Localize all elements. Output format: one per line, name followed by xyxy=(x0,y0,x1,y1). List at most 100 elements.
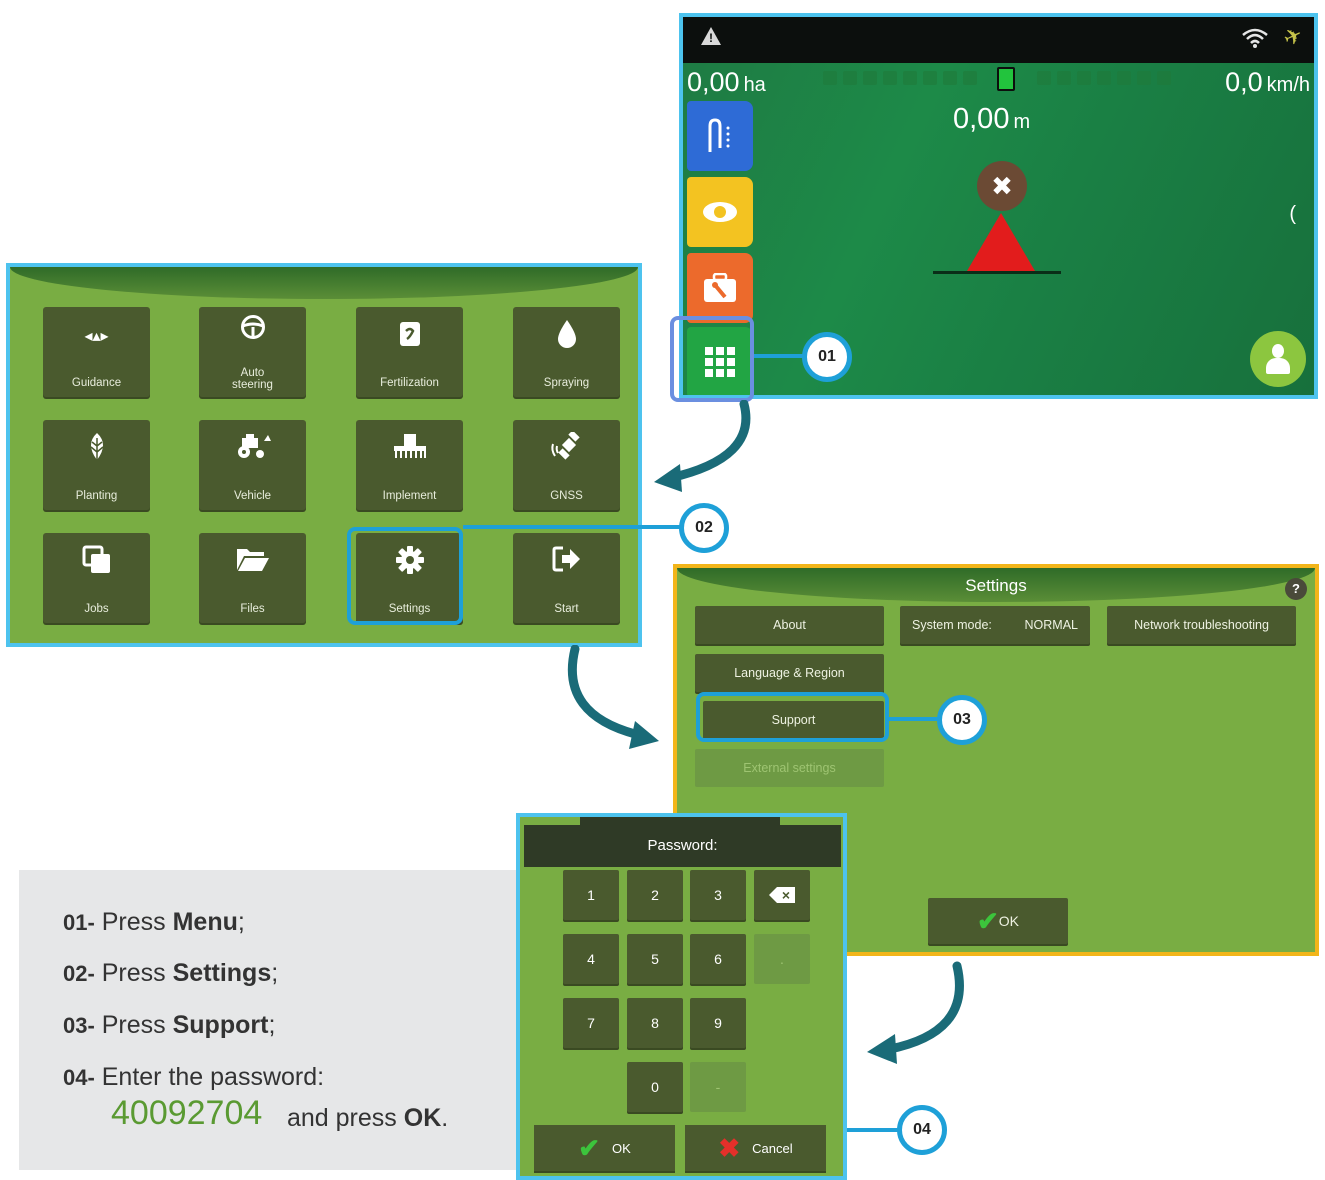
key-9[interactable]: 9 xyxy=(690,998,746,1048)
key-1[interactable]: 1 xyxy=(563,870,619,920)
crosstrack-unit: m xyxy=(1013,111,1031,133)
flow-arrow xyxy=(567,645,659,749)
key-4[interactable]: 4 xyxy=(563,934,619,984)
step-3: 03- Press Support; xyxy=(63,1011,276,1039)
tile-label: Fertilization xyxy=(380,377,439,389)
tile-planting[interactable]: Planting xyxy=(43,420,150,510)
password-ok-button[interactable]: ✔ OK xyxy=(534,1125,675,1171)
backspace-button[interactable] xyxy=(754,870,810,920)
tile-spraying[interactable]: Spraying xyxy=(513,307,620,397)
guidance-pattern-icon xyxy=(708,118,730,152)
tile-start[interactable]: Start xyxy=(513,533,620,623)
tile-files[interactable]: Files xyxy=(199,533,306,623)
toolbox-icon xyxy=(704,273,736,302)
tile-fertilization[interactable]: Fertilization xyxy=(356,307,463,397)
callout-line xyxy=(754,354,806,358)
key-0[interactable]: 0 xyxy=(627,1062,683,1112)
key-7[interactable]: 7 xyxy=(563,998,619,1048)
support-highlight xyxy=(696,692,889,742)
key-decimal: . xyxy=(754,934,810,984)
step-4-tail: and press OK. xyxy=(287,1104,449,1132)
flow-arrow xyxy=(654,400,751,492)
system-mode-button[interactable]: System mode: NORMAL xyxy=(900,606,1090,644)
cancel-label: Cancel xyxy=(752,1140,793,1156)
lightbar xyxy=(823,67,1183,91)
ok-label: OK xyxy=(612,1140,631,1156)
area-readout: 0,00 ha xyxy=(687,67,766,98)
language-region-button[interactable]: Language & Region xyxy=(695,654,884,692)
guidance-screen: ✈ 0,00ha 0,0km/h 0,00m ✖ ( xyxy=(679,13,1318,399)
key-6[interactable]: 6 xyxy=(690,934,746,984)
tile-label: Jobs xyxy=(84,603,109,615)
callout-line xyxy=(463,525,681,529)
settings-highlight xyxy=(347,527,463,625)
key-5[interactable]: 5 xyxy=(627,934,683,984)
area-value: 0,00 xyxy=(687,67,740,97)
tile-implement[interactable]: Implement xyxy=(356,420,463,510)
checkmark-icon: ✔ xyxy=(976,905,999,936)
tile-guidance[interactable]: ◂▴▸ Guidance xyxy=(43,307,150,397)
backspace-icon xyxy=(769,887,795,903)
vehicle-triangle-icon xyxy=(967,213,1035,271)
password-cancel-button[interactable]: ✖ Cancel xyxy=(685,1125,826,1171)
droplet-icon xyxy=(556,319,578,355)
wifi-icon xyxy=(1242,27,1268,54)
header-arc xyxy=(10,267,638,299)
settings-title: Settings xyxy=(965,576,1027,595)
key-3[interactable]: 3 xyxy=(690,870,746,920)
tile-label: GNSS xyxy=(550,490,583,502)
speed-value: 0,0 xyxy=(1225,67,1263,97)
system-mode-label: System mode: xyxy=(912,618,992,632)
callout-line xyxy=(847,1128,899,1132)
guidance-icon: ◂▴▸ xyxy=(84,328,109,345)
callout-02: 02 xyxy=(679,503,729,553)
tile-auto-steering[interactable]: Auto steering xyxy=(199,307,306,397)
tile-gnss[interactable]: GNSS xyxy=(513,420,620,510)
flow-arrow xyxy=(867,961,964,1064)
tile-label: Auto steering xyxy=(232,367,273,391)
callout-04: 04 xyxy=(897,1105,947,1155)
system-mode-value: NORMAL xyxy=(1024,618,1078,632)
network-troubleshooting-button[interactable]: Network troubleshooting xyxy=(1107,606,1296,644)
jobs-icon xyxy=(82,545,112,581)
eye-icon xyxy=(703,202,737,222)
fertilizer-bag-icon xyxy=(399,319,421,355)
ok-label: OK xyxy=(998,913,1020,929)
warning-icon[interactable] xyxy=(701,27,721,45)
area-unit: ha xyxy=(743,74,766,96)
key-8[interactable]: 8 xyxy=(627,998,683,1048)
exit-icon xyxy=(552,545,582,581)
key-minus: - xyxy=(690,1062,746,1112)
crosstrack-value: 0,00 xyxy=(953,103,1010,135)
external-settings-button: External settings xyxy=(695,749,884,787)
edge-marker: ( xyxy=(1289,203,1296,225)
operator-button[interactable] xyxy=(1250,331,1306,387)
operator-icon xyxy=(1265,344,1291,374)
implement-bar xyxy=(933,271,1061,274)
checkmark-icon: ✔ xyxy=(578,1132,600,1163)
menu-highlight xyxy=(670,316,754,402)
tile-label: Planting xyxy=(75,490,118,502)
tile-jobs[interactable]: Jobs xyxy=(43,533,150,623)
speed-readout: 0,0 km/h xyxy=(1225,67,1310,98)
tile-label: Implement xyxy=(382,490,437,502)
satellite-icon xyxy=(549,430,585,468)
password-title: Password: xyxy=(524,825,841,867)
about-button[interactable]: About xyxy=(695,606,884,644)
help-button[interactable]: ? xyxy=(1285,578,1307,600)
callout-01: 01 xyxy=(802,332,852,382)
speed-unit: km/h xyxy=(1266,74,1310,96)
satellite-icon: ✈ xyxy=(1278,21,1307,52)
guidance-pattern-button[interactable] xyxy=(687,101,753,171)
key-2[interactable]: 2 xyxy=(627,870,683,920)
tools-button[interactable] xyxy=(687,253,753,323)
cross-icon: ✖ xyxy=(718,1132,741,1163)
main-menu-screen: ◂▴▸ Guidance Auto steering Fertilization… xyxy=(6,263,642,647)
view-button[interactable] xyxy=(687,177,753,247)
tile-vehicle[interactable]: Vehicle xyxy=(199,420,306,510)
settings-ok-button[interactable]: ✔ OK xyxy=(928,898,1068,944)
crosstrack-readout: 0,00 m xyxy=(953,103,1030,136)
cancel-icon[interactable]: ✖ xyxy=(977,161,1027,211)
instructions-panel: 01- Press Menu; 02- Press Settings; 03- … xyxy=(19,870,516,1170)
tile-label: Guidance xyxy=(71,377,122,389)
